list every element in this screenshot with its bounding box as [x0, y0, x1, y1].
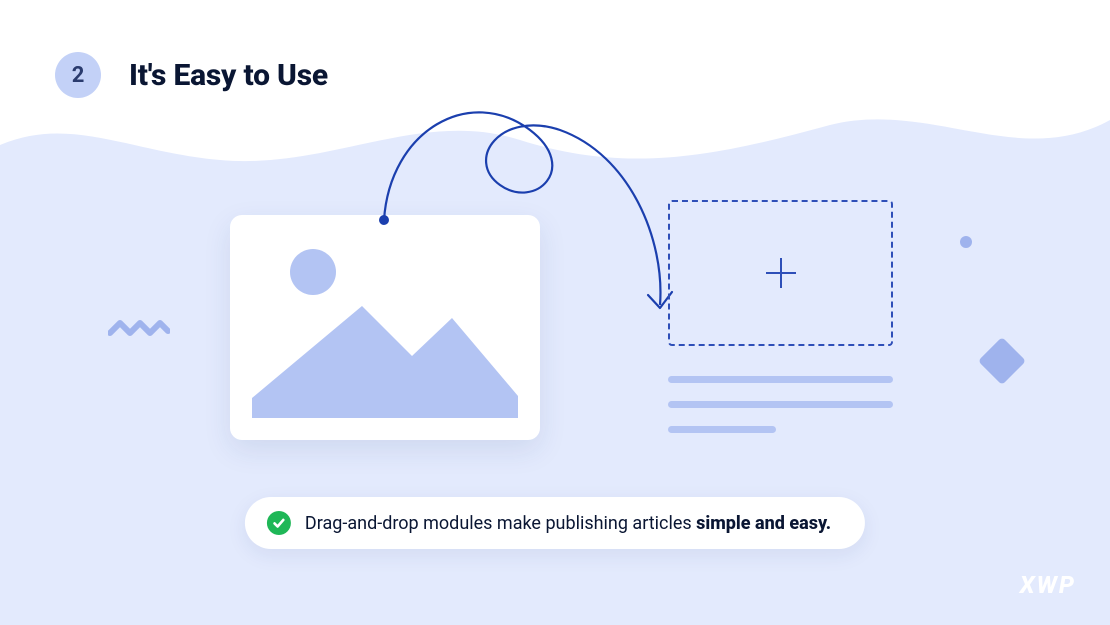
caption-prefix: Drag-and-drop modules make publishing ar…	[305, 513, 696, 534]
step-number-badge: 2	[55, 52, 101, 98]
drag-arrow-icon	[370, 90, 690, 340]
caption-emphasis: simple and easy.	[696, 513, 831, 534]
dot-icon	[960, 236, 972, 248]
caption-pill: Drag-and-drop modules make publishing ar…	[245, 497, 865, 549]
diamond-icon	[978, 337, 1026, 385]
check-icon	[267, 511, 291, 535]
placeholder-line	[668, 426, 776, 433]
placeholder-line	[668, 376, 893, 383]
text-placeholder-lines	[668, 376, 893, 433]
plus-icon	[764, 256, 798, 290]
placeholder-line	[668, 401, 893, 408]
slide-header: 2 It's Easy to Use	[55, 52, 328, 98]
caption-text: Drag-and-drop modules make publishing ar…	[305, 513, 831, 534]
slide-title: It's Easy to Use	[129, 58, 328, 93]
step-number: 2	[72, 63, 85, 88]
drop-zone[interactable]	[668, 200, 893, 346]
squiggle-icon	[108, 305, 170, 345]
brand-logo: XWP	[1020, 571, 1076, 599]
